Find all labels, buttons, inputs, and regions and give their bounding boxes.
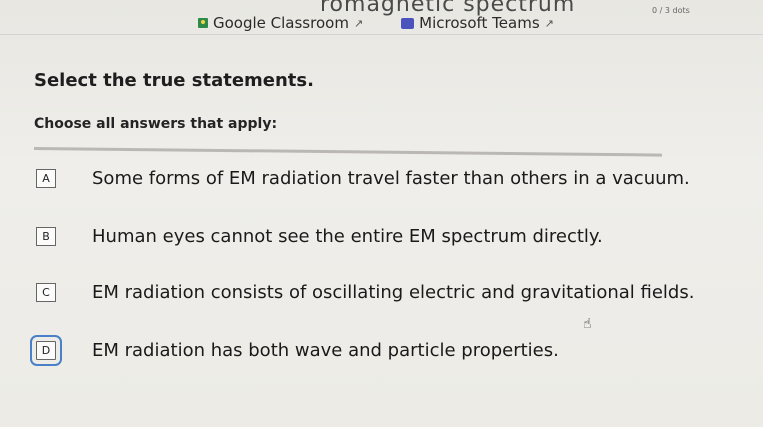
google-classroom-label: Google Classroom	[213, 14, 349, 32]
option-letter-box: C	[36, 283, 56, 302]
option-text: EM radiation has both wave and particle …	[92, 340, 559, 361]
external-link-icon: ↗	[353, 16, 364, 30]
progress-meta: 0 / 3 dots	[652, 6, 690, 15]
option-letter-box: A	[36, 169, 56, 188]
google-classroom-icon	[198, 18, 208, 28]
question-divider	[33, 147, 662, 157]
option-d[interactable]: D EM radiation has both wave and particl…	[30, 335, 559, 366]
option-a[interactable]: A Some forms of EM radiation travel fast…	[36, 168, 690, 189]
question-title: Select the true statements.	[34, 70, 314, 91]
option-b[interactable]: B Human eyes cannot see the entire EM sp…	[36, 226, 603, 247]
option-text: Human eyes cannot see the entire EM spec…	[92, 226, 603, 247]
share-links: Google Classroom ↗ Microsoft Teams ↗	[198, 14, 554, 32]
option-text: EM radiation consists of oscillating ele…	[92, 282, 695, 303]
option-c[interactable]: C EM radiation consists of oscillating e…	[36, 282, 694, 303]
exercise-page: romagnetic spectrum 0 / 3 dots Google Cl…	[0, 0, 763, 427]
microsoft-teams-icon	[401, 17, 415, 29]
external-link-icon: ↗	[544, 16, 554, 30]
header-divider	[0, 34, 763, 35]
microsoft-teams-link[interactable]: Microsoft Teams ↗	[401, 14, 554, 32]
option-letter-box: B	[36, 227, 56, 246]
option-text: Some forms of EM radiation travel faster…	[92, 168, 690, 189]
hand-pointer-icon: ☝	[583, 316, 592, 332]
option-letter-box: D	[30, 335, 62, 366]
google-classroom-link[interactable]: Google Classroom ↗	[198, 14, 363, 32]
question-instruction: Choose all answers that apply:	[34, 116, 278, 132]
microsoft-teams-label: Microsoft Teams	[419, 14, 540, 32]
